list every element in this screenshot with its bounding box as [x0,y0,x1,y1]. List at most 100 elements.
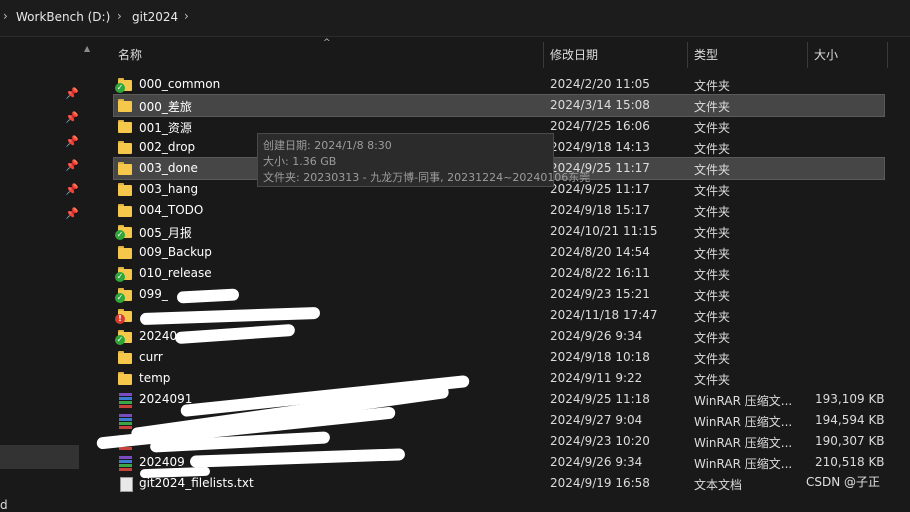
folder-row[interactable]: ✓ 000_common 2024/2/20 11:05 文件夹 [114,74,884,95]
folder-icon [118,371,134,386]
folder-icon: ! [115,308,134,324]
row-type: 文件夹 [694,100,731,114]
folder-icon: ✓ [115,224,134,240]
row-type: 文件夹 [694,184,731,198]
row-date: 2024/9/18 14:13 [550,140,650,154]
row-date: 2024/10/21 11:15 [550,224,658,238]
row-date: 2024/9/19 16:58 [550,476,650,490]
row-type: 文件夹 [694,352,731,366]
row-date: 2024/9/26 9:34 [550,455,643,469]
breadcrumb-drive[interactable]: WorkBench (D:) [16,10,110,24]
row-date: 2024/9/23 10:20 [550,434,650,448]
row-name: 010_release [139,266,212,280]
row-name: 000_差旅 [139,100,192,114]
pin-icon: 📌 [65,159,79,172]
row-name: 000_common [139,77,221,91]
row-date: 2024/9/23 15:21 [550,287,650,301]
folder-row[interactable]: 009_Backup 2024/8/20 14:54 文件夹 [114,242,884,263]
row-size: 193,109 KB [815,392,885,406]
folder-row[interactable]: ✓ 005_月报 2024/10/21 11:15 文件夹 [114,221,884,242]
pin-icon: 📌 [65,207,79,220]
column-header: 名称 修改日期 类型 大小 [100,40,900,68]
column-modified[interactable]: 修改日期 [550,46,598,63]
row-date: 2024/9/26 9:34 [550,329,643,343]
sync-ok-icon: ✓ [115,293,125,303]
chevron-right-icon[interactable]: › [3,9,8,23]
pin-icon: 📌 [65,135,79,148]
rar-archive-icon [118,455,134,471]
column-type[interactable]: 类型 [694,46,718,63]
folder-icon [118,245,134,260]
pin-icon: 📌 [65,87,79,100]
row-type: 文件夹 [694,142,731,156]
row-name: 005_月报 [139,226,192,240]
folder-icon [118,140,134,155]
row-name: 003_hang [139,182,199,196]
chevron-right-icon[interactable]: › [184,9,189,23]
watermark: CSDN @子正 [806,475,881,489]
sync-ok-icon: ✓ [115,230,125,240]
folder-icon [118,350,134,365]
folder-row[interactable]: curr 2024/9/18 10:18 文件夹 [114,347,884,368]
row-name: temp [139,371,171,385]
row-size: 194,594 KB [815,413,885,427]
navigation-pane[interactable]: 📌 📌 📌 📌 📌 📌 d [0,37,79,512]
sync-error-icon: ! [115,314,125,324]
row-type: 文件夹 [694,205,731,219]
row-type: WinRAR 压缩文... [694,457,793,471]
row-date: 2024/9/27 9:04 [550,413,643,427]
row-type: WinRAR 压缩文... [694,415,793,429]
sort-ascending-icon: ^ [323,38,331,48]
tooltip-folders: 文件夹: 20230313 - 九龙万博-同事, 20231224~202401… [263,171,591,184]
rar-archive-icon [118,413,134,429]
row-type: 文件夹 [694,373,731,387]
row-date: 2024/2/20 11:05 [550,77,650,91]
row-name: curr [139,350,163,364]
row-name: 009_Backup [139,245,212,259]
row-name: 099_ [139,287,168,301]
row-name: git2024_filelists.txt [139,476,254,490]
row-type: 文件夹 [694,289,731,303]
tooltip-size: 大小: 1.36 GB [263,155,337,168]
column-divider[interactable] [807,42,808,68]
address-bar[interactable]: › WorkBench (D:) › git2024 › [0,0,910,37]
chevron-right-icon[interactable]: › [117,9,122,23]
pin-icon: 📌 [65,183,79,196]
row-type: 文件夹 [694,226,731,240]
nav-selected-item[interactable] [0,445,79,469]
file-row[interactable]: git2024_filelists.txt 2024/9/19 16:58 文本文档 [114,473,884,494]
row-type: 文件夹 [694,310,731,324]
folder-icon: ✓ [115,329,134,345]
scroll-up-icon[interactable]: ▲ [84,44,90,53]
row-date: 2024/9/18 15:17 [550,203,650,217]
folder-row[interactable]: 004_TODO 2024/9/18 15:17 文件夹 [114,200,884,221]
folder-tooltip: 创建日期: 2024/1/8 8:30 大小: 1.36 GB 文件夹: 202… [257,133,590,187]
row-type: WinRAR 压缩文... [694,394,793,408]
row-type: 文件夹 [694,163,731,177]
folder-icon [118,119,134,134]
folder-icon: ✓ [115,287,134,303]
row-type: WinRAR 压缩文... [694,436,793,450]
column-divider[interactable] [887,42,888,68]
row-type: 文件夹 [694,247,731,261]
folder-row[interactable]: 000_差旅 2024/3/14 15:08 文件夹 [113,94,885,117]
column-size[interactable]: 大小 [814,46,838,63]
folder-icon [118,161,134,176]
row-name: 002_drop [139,140,196,154]
row-date: 2024/3/14 15:08 [550,98,650,112]
folder-icon [118,182,134,197]
sync-ok-icon: ✓ [115,272,125,282]
row-date: 2024/8/22 16:11 [550,266,650,280]
column-divider[interactable] [687,42,688,68]
column-divider[interactable] [543,42,544,68]
row-type: 文件夹 [694,268,731,282]
nav-item-label[interactable]: d [0,498,8,512]
row-date: 2024/8/20 14:54 [550,245,650,259]
row-date: 2024/7/25 16:06 [550,119,650,133]
folder-row[interactable]: ✓ 010_release 2024/8/22 16:11 文件夹 [114,263,884,284]
folder-row[interactable]: temp 2024/9/11 9:22 文件夹 [114,368,884,389]
row-type: 文件夹 [694,331,731,345]
row-type: 文本文档 [694,478,743,492]
breadcrumb-folder[interactable]: git2024 [132,10,178,24]
column-name[interactable]: 名称 [118,46,142,63]
